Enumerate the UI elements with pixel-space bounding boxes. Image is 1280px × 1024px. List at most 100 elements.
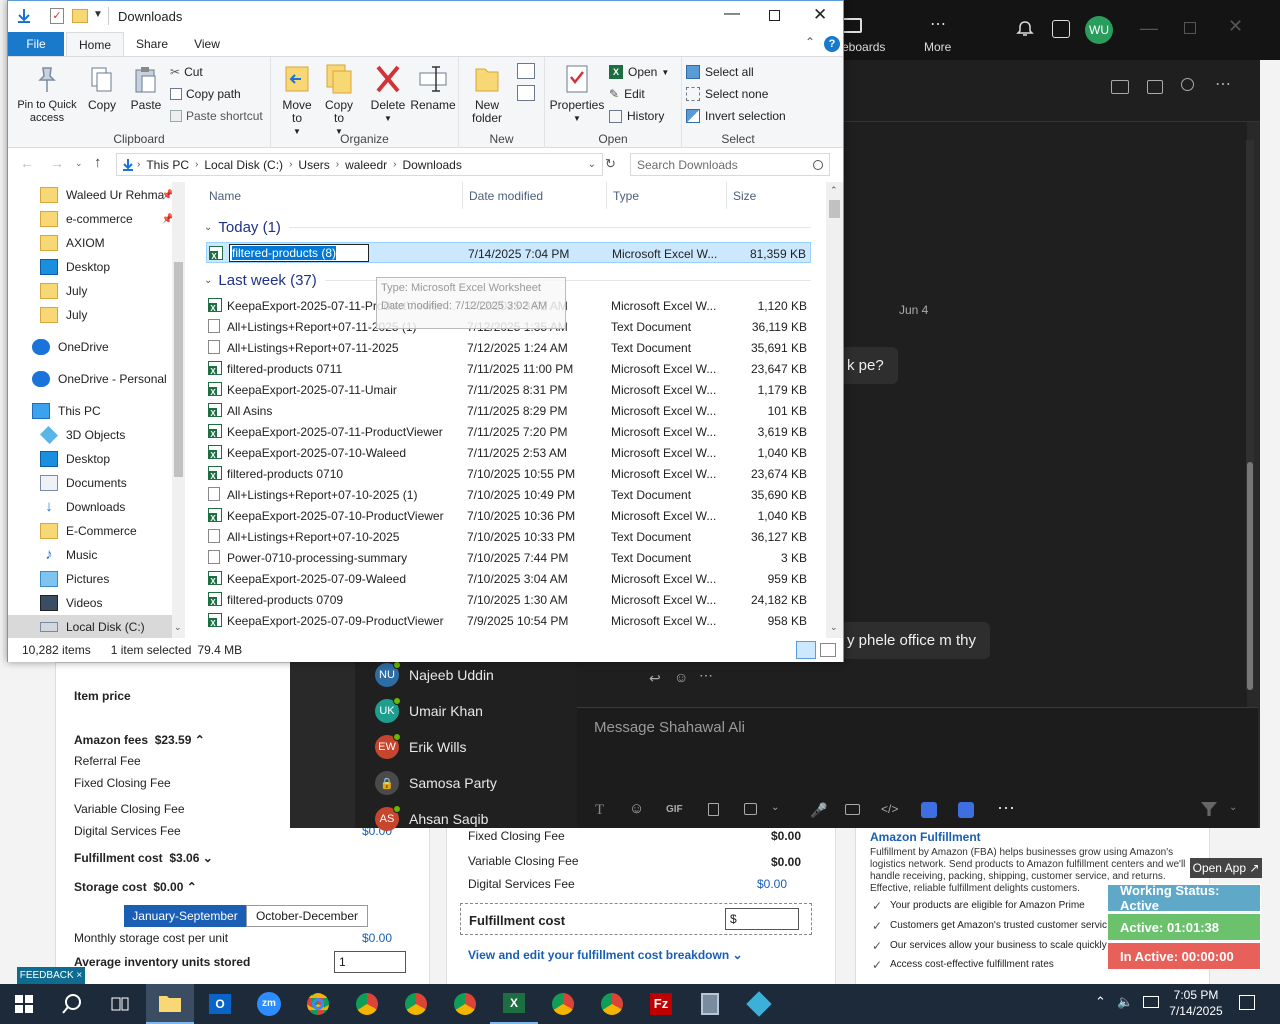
- format-icon[interactable]: T: [595, 802, 604, 819]
- chrome-taskbar-icon[interactable]: [343, 984, 391, 1024]
- chat-list-item[interactable]: UK Umair Khan: [375, 696, 483, 726]
- bell-icon[interactable]: [1016, 20, 1034, 38]
- nav-scroll-thumb[interactable]: [174, 262, 183, 477]
- video-off-icon[interactable]: [1111, 80, 1129, 94]
- code-icon[interactable]: </>: [881, 802, 898, 816]
- close-icon[interactable]: ✕: [813, 5, 827, 25]
- fulfillment-cost-input[interactable]: $: [725, 908, 799, 930]
- search-input[interactable]: Search Downloads: [630, 153, 830, 176]
- address-dropdown-icon[interactable]: ⌄: [588, 159, 596, 170]
- tab-october-december[interactable]: October-December: [246, 905, 368, 927]
- more-actions-icon[interactable]: ⋯: [699, 667, 713, 684]
- file-row[interactable]: Xfiltered-products 0711 7/11/2025 11:00 P…: [206, 358, 811, 379]
- file-row[interactable]: Xfiltered-products 0710 7/10/2025 10:55 P…: [206, 463, 811, 484]
- chat-list-item[interactable]: 🔒 Samosa Party: [375, 768, 497, 798]
- paste-button[interactable]: Paste: [126, 65, 166, 112]
- file-row[interactable]: Xfiltered-products 0709 7/10/2025 1:30 AM…: [206, 589, 811, 610]
- file-row[interactable]: X KeepaExport-2025-07-11-Umair 7/11/2025 8…: [206, 379, 811, 400]
- scroll-down-icon[interactable]: ⌄: [830, 622, 838, 633]
- nav-item[interactable]: 3D Objects: [8, 423, 174, 447]
- breadcrumb-waleedr[interactable]: waleedr: [345, 158, 387, 172]
- nav-item[interactable]: Videos: [8, 591, 174, 615]
- chrome-taskbar-icon[interactable]: [441, 984, 489, 1024]
- windows-start-icon[interactable]: [0, 984, 48, 1024]
- chat-list-item[interactable]: AS Ahsan Saqib: [375, 804, 488, 834]
- tray-chevron-icon[interactable]: ⌃: [1095, 994, 1106, 1010]
- up-arrow-icon[interactable]: ↑: [94, 154, 102, 171]
- breadcrumb-this-pc[interactable]: This PC: [146, 158, 189, 172]
- app-icon[interactable]: [921, 802, 937, 818]
- scroll-up-icon[interactable]: ⌃: [830, 185, 838, 196]
- emoji-icon[interactable]: ☺: [629, 800, 644, 817]
- group-header-today[interactable]: ⌄ Today (1): [196, 214, 811, 240]
- copy-button[interactable]: Copy: [82, 65, 122, 112]
- select-none-button[interactable]: Select none: [686, 87, 768, 101]
- maximize-icon[interactable]: [1184, 22, 1196, 34]
- breadcrumb-local-disk[interactable]: Local Disk (C:): [204, 158, 283, 172]
- move-to-button[interactable]: Move to ▼: [277, 63, 317, 138]
- pin-quick-access-button[interactable]: Pin to Quick access: [14, 65, 80, 125]
- more-options-icon[interactable]: ⋯: [1215, 74, 1231, 94]
- file-row[interactable]: All+Listings+Report+07-10-2025 7/10/2025 …: [206, 526, 811, 547]
- nav-item[interactable]: AXIOM: [8, 231, 174, 255]
- breadcrumb-downloads[interactable]: Downloads: [402, 158, 461, 172]
- app-taskbar-icon[interactable]: [735, 984, 783, 1024]
- chat-scroll-thumb[interactable]: [1247, 462, 1253, 690]
- feedback-button[interactable]: FEEDBACK ×: [17, 967, 85, 984]
- new-folder-icon[interactable]: [72, 9, 88, 23]
- minimize-icon[interactable]: —: [724, 5, 740, 23]
- tab-view[interactable]: View: [182, 32, 232, 56]
- paste-shortcut-button[interactable]: Paste shortcut: [170, 109, 263, 123]
- minimize-icon[interactable]: —: [1140, 18, 1158, 39]
- rename-button[interactable]: Rename: [410, 63, 456, 112]
- amazon-fees-label[interactable]: Amazon fees $23.59 ⌃: [74, 733, 205, 747]
- file-scroll-thumb[interactable]: [829, 200, 840, 218]
- filezilla-taskbar-icon[interactable]: Fz: [637, 984, 685, 1024]
- more-dots-icon[interactable]: ⋯: [930, 14, 946, 34]
- maximize-icon[interactable]: [769, 10, 780, 21]
- file-row[interactable]: X KeepaExport-2025-07-10-Waleed 7/11/2025 …: [206, 442, 811, 463]
- sticker-icon[interactable]: [708, 803, 719, 816]
- avg-units-input[interactable]: 1: [334, 951, 406, 973]
- reply-icon[interactable]: ↩: [649, 670, 661, 687]
- calendar-icon[interactable]: [1052, 20, 1070, 38]
- tab-file[interactable]: File: [8, 32, 64, 56]
- more-label[interactable]: More: [924, 40, 951, 54]
- column-header-type[interactable]: Type: [607, 182, 727, 209]
- nav-item[interactable]: Desktop: [8, 447, 174, 471]
- scroll-down-icon[interactable]: ⌄: [174, 622, 182, 633]
- back-arrow-icon[interactable]: ←: [20, 155, 34, 171]
- excel-taskbar-icon[interactable]: X: [490, 984, 538, 1024]
- properties-button[interactable]: Properties ▼: [549, 63, 605, 125]
- more-options-icon[interactable]: ⋯: [997, 798, 1015, 819]
- file-row[interactable]: X KeepaExport-2025-07-09-ProductViewer 7/9…: [206, 610, 811, 631]
- open-app-button[interactable]: Open App ↗: [1190, 858, 1262, 878]
- file-row[interactable]: X KeepaExport-2025-07-09-Waleed 7/10/2025 …: [206, 568, 811, 589]
- edit-button[interactable]: ✎ Edit: [609, 87, 645, 101]
- nav-item[interactable]: This PC: [8, 399, 174, 423]
- delete-button[interactable]: Delete ▼: [368, 63, 408, 125]
- invert-selection-button[interactable]: Invert selection: [686, 109, 786, 123]
- outlook-taskbar-icon[interactable]: O: [196, 984, 244, 1024]
- qat-dropdown-icon[interactable]: ▼: [93, 9, 103, 20]
- chrome-taskbar-icon[interactable]: [588, 984, 636, 1024]
- nav-item[interactable]: OneDrive - Personal: [8, 367, 174, 391]
- tab-share[interactable]: Share: [126, 32, 178, 56]
- column-header-date[interactable]: Date modified: [463, 182, 607, 209]
- video-clip-icon[interactable]: [845, 804, 860, 815]
- cut-button[interactable]: ✂ Cut: [170, 65, 203, 79]
- refresh-icon[interactable]: ↻: [605, 156, 616, 172]
- file-list-scrollbar[interactable]: ⌃ ⌄: [826, 182, 843, 638]
- close-icon[interactable]: ✕: [1228, 16, 1243, 37]
- nav-item[interactable]: Local Disk (C:): [8, 615, 174, 639]
- column-header-size[interactable]: Size: [727, 182, 807, 209]
- teams-avatar[interactable]: WU: [1085, 16, 1113, 44]
- new-folder-button[interactable]: New folder: [467, 63, 507, 125]
- chrome-taskbar-icon[interactable]: [294, 984, 342, 1024]
- copy-to-button[interactable]: Copy to ▼: [319, 63, 359, 138]
- nav-item[interactable]: e-commerce 📌: [8, 207, 174, 231]
- send-icon[interactable]: [1201, 802, 1217, 816]
- file-row[interactable]: X KeepaExport-2025-07-11-ProductViewer 7/1…: [206, 421, 811, 442]
- storage-cost-label[interactable]: Storage cost $0.00 ⌃: [74, 880, 197, 894]
- chevron-down-icon[interactable]: ⌄: [1229, 802, 1237, 813]
